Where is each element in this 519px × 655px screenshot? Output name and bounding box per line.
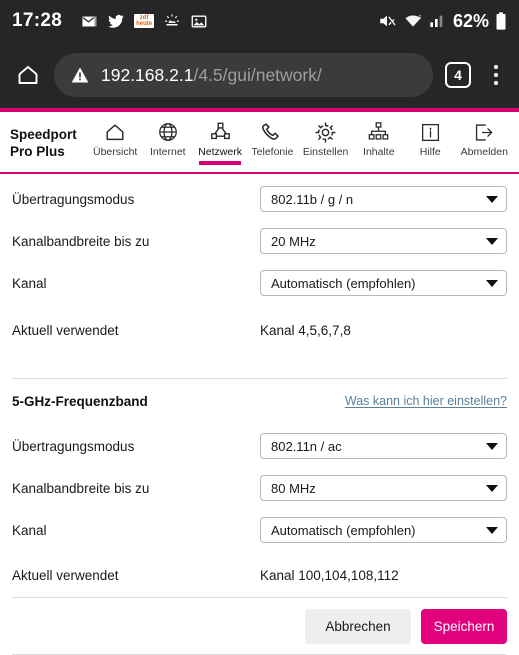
field-label: Kanalbandbreite bis zu xyxy=(12,233,150,249)
mute-icon xyxy=(377,12,397,30)
gallery-icon xyxy=(190,13,208,30)
field-kanalbandbreite-24: Kanalbandbreite bis zu 20 MHz xyxy=(12,224,507,258)
current-channel-label: Aktuell verwendet xyxy=(12,322,119,338)
nav-label: Internet xyxy=(149,146,186,158)
mail-icon xyxy=(81,13,98,30)
action-button-bar: Abbrechen Speichern xyxy=(12,598,507,654)
field-label: Übertragungsmodus xyxy=(12,438,135,454)
field-kanal-5: Kanal Automatisch (empfohlen) xyxy=(12,513,507,547)
overflow-menu-icon[interactable] xyxy=(483,65,509,85)
select-value: 802.11b / g / n xyxy=(271,191,354,207)
info-icon xyxy=(420,120,441,144)
browser-toolbar: 192.168.2.1/4.5/gui/network/ 4 xyxy=(0,42,519,108)
router-navbar: Speedport Pro Plus Übersicht Internet Ne… xyxy=(0,112,519,174)
status-bar-right: 6 62% xyxy=(377,11,507,32)
router-nav-items: Übersicht Internet Netzwerk Telefonie Ei… xyxy=(90,118,511,165)
logout-icon xyxy=(473,120,495,144)
current-channel-value: Kanal 100,104,108,112 xyxy=(260,567,399,583)
nav-item-internet[interactable]: Internet xyxy=(144,118,192,158)
nav-item-uebersicht[interactable]: Übersicht xyxy=(90,118,140,158)
battery-icon xyxy=(495,12,507,30)
field-label: Kanal xyxy=(12,275,47,291)
svg-text:6: 6 xyxy=(418,15,421,21)
nav-label: Inhalte xyxy=(363,146,395,158)
android-status-bar: 17:28 zdf heute 6 62% xyxy=(0,0,519,42)
chevron-down-icon xyxy=(486,484,498,492)
url-path: /4.5/gui/network/ xyxy=(193,64,322,85)
nav-label: Einstellen xyxy=(302,146,349,158)
section-title: 5-GHz-Frequenzband xyxy=(12,393,148,409)
save-button[interactable]: Speichern xyxy=(421,608,507,644)
select-uebertragungsmodus-5[interactable]: 802.11n / ac xyxy=(260,433,507,459)
sitemap-icon xyxy=(367,120,390,144)
field-kanal-24: Kanal Automatisch (empfohlen) xyxy=(12,266,507,300)
chevron-down-icon xyxy=(486,237,498,245)
nav-label: Netzwerk xyxy=(198,146,242,158)
field-kanalbandbreite-5: Kanalbandbreite bis zu 80 MHz xyxy=(12,471,507,505)
status-clock: 17:28 xyxy=(12,10,63,31)
url-bar[interactable]: 192.168.2.1/4.5/gui/network/ xyxy=(54,53,433,97)
nav-label: Telefonie xyxy=(251,146,294,158)
select-value: 20 MHz xyxy=(271,233,316,249)
field-uebertragungsmodus-24: Übertragungsmodus 802.11b / g / n xyxy=(12,182,507,216)
status-bar-left: 17:28 zdf heute xyxy=(12,10,377,32)
section-header-5ghz: 5-GHz-Frequenzband Was kann ich hier ein… xyxy=(12,379,507,419)
home-icon xyxy=(104,120,126,144)
nav-label: Hilfe xyxy=(419,146,441,158)
twitter-icon xyxy=(107,13,125,30)
gear-icon xyxy=(314,120,337,144)
page-content: Übertragungsmodus 802.11b / g / n Kanalb… xyxy=(0,182,519,655)
select-uebertragungsmodus-24[interactable]: 802.11b / g / n xyxy=(260,186,507,212)
nav-item-inhalte[interactable]: Inhalte xyxy=(355,118,403,158)
zdf-heute-icon: zdf heute xyxy=(134,13,155,29)
nav-item-netzwerk[interactable]: Netzwerk xyxy=(195,118,245,165)
wifi-icon: 6 xyxy=(403,12,423,30)
field-label: Kanalbandbreite bis zu xyxy=(12,480,150,496)
select-kanal-5[interactable]: Automatisch (empfohlen) xyxy=(260,517,507,543)
select-value: 80 MHz xyxy=(271,480,316,496)
brand-line-2: Pro Plus xyxy=(10,143,65,159)
nav-item-abmelden[interactable]: Abmelden xyxy=(458,118,511,158)
chevron-down-icon xyxy=(486,442,498,450)
chevron-down-icon xyxy=(486,279,498,287)
nav-item-einstellen[interactable]: Einstellen xyxy=(300,118,352,158)
select-kanalbandbreite-24[interactable]: 20 MHz xyxy=(260,228,507,254)
weather-icon xyxy=(163,13,181,30)
network-topology-icon xyxy=(209,120,232,144)
chevron-down-icon xyxy=(486,526,498,534)
nav-item-telefonie[interactable]: Telefonie xyxy=(248,118,296,158)
insecure-warning-icon xyxy=(70,65,90,85)
url-text: 192.168.2.1/4.5/gui/network/ xyxy=(101,65,322,86)
router-brand: Speedport Pro Plus xyxy=(10,118,90,161)
nav-label: Übersicht xyxy=(93,146,138,158)
chevron-down-icon xyxy=(486,195,498,203)
url-host: 192.168.2.1 xyxy=(101,64,194,85)
nav-label: Abmelden xyxy=(460,146,508,158)
select-value: 802.11n / ac xyxy=(271,438,342,454)
brand-line-1: Speedport xyxy=(10,127,77,142)
select-value: Automatisch (empfohlen) xyxy=(271,522,416,538)
globe-icon xyxy=(157,120,179,144)
field-label: Übertragungsmodus xyxy=(12,191,135,207)
field-uebertragungsmodus-5: Übertragungsmodus 802.11n / ac xyxy=(12,429,507,463)
current-channel-value: Kanal 4,5,6,7,8 xyxy=(260,322,351,338)
select-kanal-24[interactable]: Automatisch (empfohlen) xyxy=(260,270,507,296)
field-label: Kanal xyxy=(12,522,47,538)
current-channel-row-5: Aktuell verwendet Kanal 100,104,108,112 xyxy=(12,553,507,597)
select-value: Automatisch (empfohlen) xyxy=(271,275,416,291)
signal-icon xyxy=(429,12,445,30)
cancel-button[interactable]: Abbrechen xyxy=(305,608,411,644)
select-kanalbandbreite-5[interactable]: 80 MHz xyxy=(260,475,507,501)
current-channel-row-24: Aktuell verwendet Kanal 4,5,6,7,8 xyxy=(12,308,507,352)
browser-home-button[interactable] xyxy=(10,57,46,93)
current-channel-label: Aktuell verwendet xyxy=(12,567,119,583)
phone-icon xyxy=(261,120,283,144)
help-link[interactable]: Was kann ich hier einstellen? xyxy=(345,394,507,408)
tab-count-button[interactable]: 4 xyxy=(445,62,471,88)
nav-item-hilfe[interactable]: Hilfe xyxy=(406,118,454,158)
battery-percent-label: 62% xyxy=(452,10,489,31)
